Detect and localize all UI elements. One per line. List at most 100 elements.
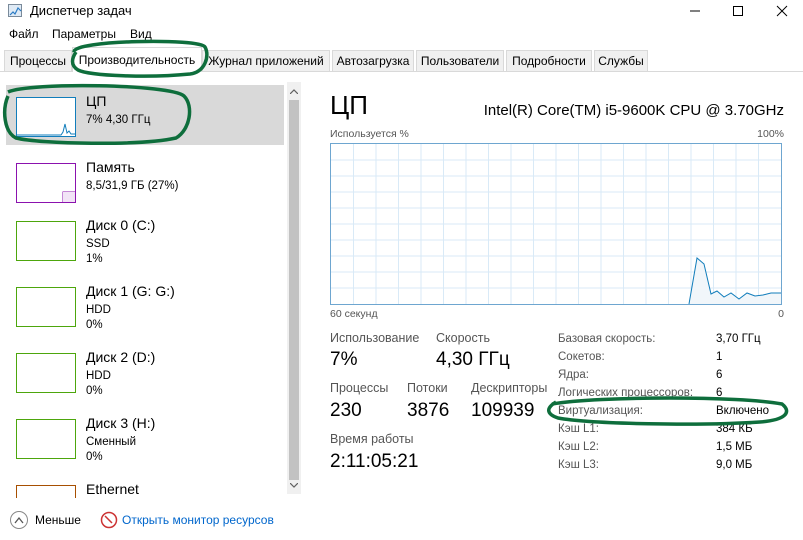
base-speed-label: Базовая скорость:: [558, 333, 656, 345]
resource-monitor-icon[interactable]: [100, 511, 118, 529]
resource-name: Диск 0 (C:): [86, 217, 156, 233]
logical-processors-value: 6: [716, 387, 723, 399]
detail-title: ЦП: [330, 90, 368, 120]
resource-type: HDD: [86, 304, 111, 316]
chart-x-min-label: 0: [778, 308, 784, 320]
close-icon: [776, 5, 788, 17]
cores-value: 6: [716, 369, 723, 381]
tab-app-history[interactable]: Журнал приложений: [202, 50, 330, 71]
memory-thumbnail: [16, 163, 76, 203]
resource-detail: 8,5/31,9 ГБ (27%): [86, 180, 179, 192]
speed-value: 4,30 ГГц: [436, 349, 510, 370]
processes-value: 230: [330, 400, 362, 421]
virtualization-value: Включено: [716, 405, 770, 417]
menu-options[interactable]: Параметры: [52, 27, 116, 41]
collapse-chevron-icon[interactable]: [10, 511, 28, 529]
virtualization-label: Виртуализация:: [558, 405, 643, 417]
uptime-value: 2:11:05:21: [330, 451, 419, 472]
scrollbar-thumb[interactable]: [289, 100, 299, 480]
l1-cache-label: Кэш L1:: [558, 423, 599, 435]
tab-performance[interactable]: Производительность: [72, 47, 202, 72]
l3-cache-value: 9,0 МБ: [716, 459, 753, 471]
disk1-thumbnail: [16, 287, 76, 327]
base-speed-value: 3,70 ГГц: [716, 333, 761, 345]
cpu-thumbnail: [16, 97, 76, 137]
logical-processors-label: Логических процессоров:: [558, 387, 694, 399]
resource-disk-2[interactable]: Диск 2 (D:) HDD 0%: [6, 341, 284, 401]
disk0-thumbnail: [16, 221, 76, 261]
resource-list-scrollbar[interactable]: [287, 82, 301, 494]
l3-cache-label: Кэш L3:: [558, 459, 599, 471]
sockets-value: 1: [716, 351, 723, 363]
fewer-details-button[interactable]: Меньше: [35, 513, 81, 527]
tab-services[interactable]: Службы: [594, 50, 648, 71]
cpu-detail-pane: ЦП Intel(R) Core(TM) i5-9600K CPU @ 3.70…: [318, 80, 798, 500]
ethernet-thumbnail: [16, 485, 76, 498]
resource-memory[interactable]: Память 8,5/31,9 ГБ (27%): [6, 151, 284, 211]
cpu-usage-chart: [330, 143, 782, 305]
minimize-button[interactable]: [675, 0, 715, 22]
resource-usage: 0%: [86, 385, 103, 397]
l1-cache-value: 384 КБ: [716, 423, 753, 435]
footer-bar: Меньше Открыть монитор ресурсов: [0, 505, 803, 535]
tab-details[interactable]: Подробности: [506, 50, 592, 71]
minimize-icon: [690, 10, 700, 12]
tab-users[interactable]: Пользователи: [416, 50, 504, 71]
resource-name: Диск 3 (H:): [86, 415, 156, 431]
resource-name: Память: [86, 159, 135, 175]
sockets-label: Сокетов:: [558, 351, 605, 363]
resource-type: SSD: [86, 238, 110, 250]
chart-y-max-label: 100%: [757, 128, 784, 140]
usage-label: Использование: [330, 331, 420, 345]
resource-usage: 1%: [86, 253, 103, 265]
disk3-thumbnail: [16, 419, 76, 459]
resource-disk-1[interactable]: Диск 1 (G: G:) HDD 0%: [6, 275, 284, 335]
disk2-thumbnail: [16, 353, 76, 393]
cores-label: Ядра:: [558, 369, 590, 381]
resource-ethernet[interactable]: Ethernet: [6, 473, 284, 498]
uptime-label: Время работы: [330, 432, 414, 446]
scroll-down-arrow-icon[interactable]: [287, 478, 301, 492]
cpu-usage-area: [689, 258, 781, 304]
chart-x-label: 60 секунд: [330, 308, 378, 320]
resource-usage: 0%: [86, 319, 103, 331]
threads-value: 3876: [407, 400, 450, 421]
resource-name: Ethernet: [86, 481, 139, 497]
tab-processes[interactable]: Процессы: [4, 50, 72, 71]
chart-y-label: Используется %: [330, 128, 409, 140]
cpu-mini-graph: [17, 123, 75, 136]
tab-bar: Процессы Производительность Журнал прило…: [0, 46, 803, 72]
resource-disk-3[interactable]: Диск 3 (H:) Сменный 0%: [6, 407, 284, 467]
scroll-up-arrow-icon[interactable]: [287, 84, 301, 98]
resource-type: HDD: [86, 370, 111, 382]
cpu-usage-graph: [331, 144, 781, 304]
l2-cache-value: 1,5 МБ: [716, 441, 753, 453]
handles-value: 109939: [471, 400, 535, 421]
resource-name: ЦП: [86, 93, 107, 109]
menu-file[interactable]: Файл: [9, 27, 39, 41]
memory-mini-graph: [62, 191, 75, 202]
handles-label: Дескрипторы: [471, 381, 548, 395]
tab-startup[interactable]: Автозагрузка: [332, 50, 414, 71]
resource-type: Сменный: [86, 436, 136, 448]
task-manager-icon: [8, 4, 22, 17]
resource-cpu[interactable]: ЦП 7% 4,30 ГГц: [6, 85, 284, 145]
l2-cache-label: Кэш L2:: [558, 441, 599, 453]
close-button[interactable]: [762, 0, 802, 22]
speed-label: Скорость: [436, 331, 490, 345]
usage-value: 7%: [330, 349, 358, 370]
resource-name: Диск 2 (D:): [86, 349, 156, 365]
maximize-icon: [733, 6, 743, 16]
menu-view[interactable]: Вид: [130, 27, 152, 41]
resource-name: Диск 1 (G: G:): [86, 283, 175, 299]
cpu-model-name: Intel(R) Core(TM) i5-9600K CPU @ 3.70GHz: [483, 102, 784, 119]
threads-label: Потоки: [407, 381, 448, 395]
resource-detail: 7% 4,30 ГГц: [86, 114, 151, 126]
open-resource-monitor-link[interactable]: Открыть монитор ресурсов: [122, 513, 274, 527]
title-bar: Диспетчер задач: [0, 0, 803, 22]
resource-disk-0[interactable]: Диск 0 (C:) SSD 1%: [6, 209, 284, 269]
processes-label: Процессы: [330, 381, 389, 395]
resource-usage: 0%: [86, 451, 103, 463]
maximize-button[interactable]: [718, 0, 758, 22]
window-title: Диспетчер задач: [30, 3, 132, 18]
